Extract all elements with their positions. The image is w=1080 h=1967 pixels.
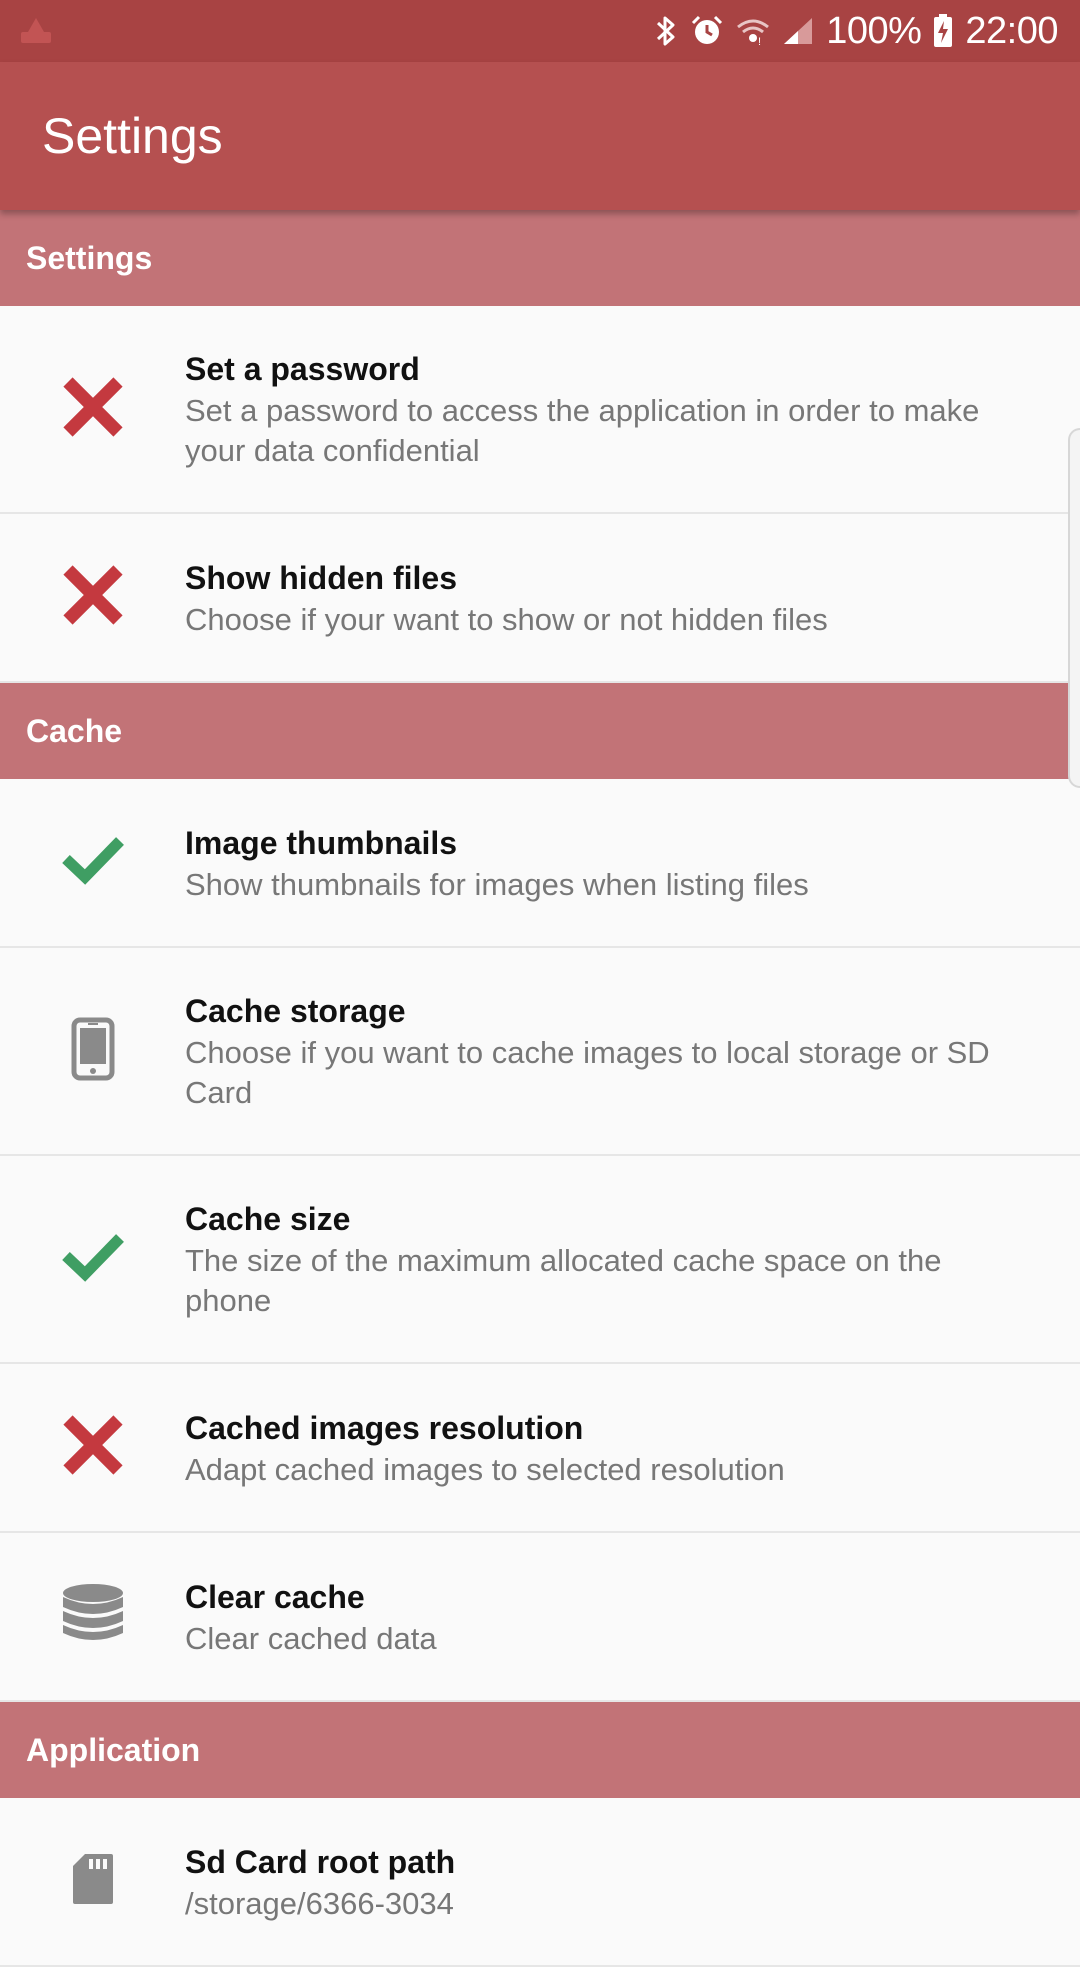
battery-percentage: 100% [826,9,922,52]
setting-title: Clear cache [185,1578,365,1615]
setting-subtitle: Set a password to access the application… [185,393,980,468]
svg-text:!: ! [758,36,761,46]
setting-image-thumbnails[interactable]: Image thumbnails Show thumbnails for ima… [0,779,1080,948]
setting-subtitle: Show thumbnails for images when listing … [185,866,809,902]
setting-subtitle: Clear cached data [185,1620,437,1656]
setting-show-hidden-files[interactable]: Show hidden files Choose if your want to… [0,514,1080,683]
setting-title: Sd Card root path [185,1843,456,1880]
phone-icon [71,1017,115,1086]
setting-set-password[interactable]: Set a password Set a password to access … [0,306,1080,514]
section-header-cache: Cache [0,683,1080,779]
edge-panel-handle[interactable] [1068,428,1080,788]
notification-icon [18,16,54,46]
check-icon [61,1232,125,1287]
setting-subtitle: Choose if you want to cache images to lo… [185,1035,990,1110]
setting-title: Cache size [185,1201,351,1237]
cross-icon [62,564,124,631]
setting-cache-size[interactable]: Cache size The size of the maximum alloc… [0,1156,1080,1364]
setting-clear-cache[interactable]: Clear cache Clear cached data [0,1533,1080,1702]
database-icon [61,1583,125,1650]
setting-title: Cached images resolution [185,1409,584,1446]
sd-card-icon [71,1852,115,1911]
setting-cached-images-resolution[interactable]: Cached images resolution Adapt cached im… [0,1364,1080,1533]
status-time: 22:00 [965,9,1058,52]
setting-title: Set a password [185,351,420,387]
wifi-icon: ! [736,16,770,46]
settings-list: Settings Set a password Set a password t… [0,210,1080,1967]
setting-title: Cache storage [185,993,406,1029]
setting-subtitle: Adapt cached images to selected resoluti… [185,1451,785,1487]
check-icon [61,835,125,890]
page-title: Settings [42,108,223,164]
section-header-settings: Settings [0,210,1080,306]
battery-charging-icon [933,14,953,48]
setting-cache-storage[interactable]: Cache storage Choose if you want to cach… [0,948,1080,1156]
setting-subtitle: Choose if your want to show or not hidde… [185,601,828,637]
app-bar: Settings [0,62,1080,210]
setting-subtitle: /storage/6366-3034 [185,1885,454,1921]
bluetooth-icon [654,13,678,49]
signal-icon [782,16,814,46]
setting-subtitle: The size of the maximum allocated cache … [185,1243,942,1318]
status-bar: ! 100% 22:00 [0,0,1080,62]
alarm-icon [690,14,724,48]
setting-title: Show hidden files [185,559,458,596]
setting-title: Image thumbnails [185,824,458,861]
section-header-application: Application [0,1702,1080,1798]
setting-sd-card-root-path[interactable]: Sd Card root path /storage/6366-3034 [0,1798,1080,1967]
cross-icon [62,376,124,443]
cross-icon [62,1414,124,1481]
